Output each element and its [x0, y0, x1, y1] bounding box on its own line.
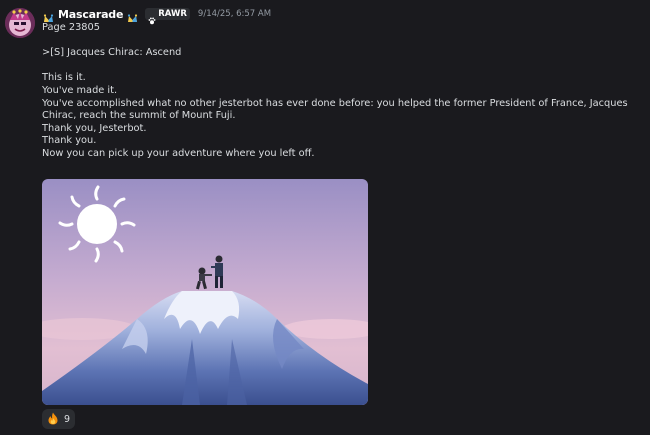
- message-line: You've accomplished what no other jester…: [42, 97, 628, 122]
- message-timestamp[interactable]: 9/14/25, 6:57 AM: [198, 9, 271, 19]
- message-line: Thank you.: [42, 135, 97, 147]
- reaction-button[interactable]: 9: [42, 409, 75, 429]
- message-line: This is it.: [42, 72, 86, 84]
- mount-fuji-pixel-art: [42, 179, 368, 405]
- jester-hat-icon: [127, 9, 138, 22]
- message-content: Page 23805 >[S] Jacques Chirac: Ascend T…: [42, 22, 647, 161]
- server-tag-label: RAWR: [158, 9, 187, 19]
- server-tag[interactable]: RAWR: [145, 8, 190, 25]
- image-attachment[interactable]: [42, 179, 368, 405]
- message-header: Mascarade RAWR 9/14/25, 6:57 AM: [43, 7, 271, 25]
- reaction-count: 9: [63, 413, 71, 425]
- message-line: Page 23805: [42, 22, 100, 33]
- user-avatar[interactable]: [5, 8, 35, 38]
- jester-hat-icon: [43, 9, 54, 22]
- avatar-image: [5, 8, 35, 38]
- author-name[interactable]: Mascarade: [58, 8, 123, 21]
- message-line: You've made it.: [42, 84, 118, 96]
- fire-icon: [47, 410, 59, 429]
- message-line: Thank you, Jesterbot.: [42, 122, 147, 134]
- paw-icon: [148, 10, 156, 25]
- chat-message: Mascarade RAWR 9/14/25, 6:57 AM Page 238…: [0, 0, 650, 435]
- message-line: Now you can pick up your adventure where…: [42, 147, 315, 159]
- message-line: >[S] Jacques Chirac: Ascend: [42, 47, 182, 59]
- sun-icon: [58, 185, 136, 263]
